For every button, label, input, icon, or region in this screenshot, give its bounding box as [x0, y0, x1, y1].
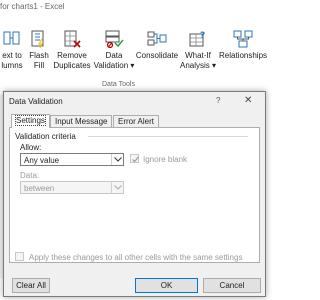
chevron-down-icon — [111, 154, 123, 165]
excel-title-bar: for charts1 - Excel — [0, 0, 271, 20]
chevron-down-icon — [111, 182, 123, 193]
what-if-icon: ? — [187, 30, 209, 48]
remove-duplicates-button[interactable]: Remove Duplicates — [52, 22, 92, 71]
settings-panel: Validation criteria Allow: Any value Ign… — [9, 127, 260, 263]
flash-fill-button[interactable]: Flash Fill — [26, 22, 52, 71]
ribbon-data-tools: ext to lumns Flash Fill Remove Duplicate… — [0, 22, 271, 92]
data-select[interactable]: between — [20, 181, 124, 194]
validation-criteria-heading: Validation criteria — [15, 132, 76, 141]
allow-label: Allow: — [20, 143, 42, 152]
consolidate-button[interactable]: Consolidate — [135, 22, 179, 61]
ignore-blank-checkbox[interactable] — [130, 154, 139, 163]
apply-all-label: Apply these changes to all other cells w… — [29, 253, 243, 262]
dialog-title: Data Validation — [9, 97, 63, 106]
data-validation-icon — [103, 30, 125, 49]
text-to-columns-icon — [1, 30, 23, 48]
tab-settings[interactable]: Settings — [11, 114, 50, 128]
close-icon[interactable]: ✕ — [244, 95, 252, 106]
allow-select[interactable]: Any value — [20, 153, 124, 166]
consolidate-icon — [146, 30, 168, 48]
cancel-button[interactable]: Cancel — [203, 278, 261, 293]
data-validation-button[interactable]: Data Validation ▾ — [92, 22, 136, 71]
flash-fill-icon — [28, 30, 50, 49]
clear-all-button[interactable]: Clear All — [12, 278, 50, 293]
tab-error-alert[interactable]: Error Alert — [113, 115, 160, 127]
remove-duplicates-icon — [61, 30, 83, 48]
window-title: for charts1 - Excel — [0, 2, 65, 11]
svg-text:?: ? — [200, 31, 205, 41]
relationships-button[interactable]: Relationships — [217, 22, 269, 61]
ribbon-group-label: Data Tools — [102, 81, 135, 88]
help-icon[interactable]: ? — [216, 96, 220, 105]
tab-input-message[interactable]: Input Message — [50, 115, 113, 127]
what-if-analysis-button[interactable]: ? What-If Analysis ▾ — [180, 22, 216, 71]
data-validation-dialog: Data Validation ? ✕ Settings Input Messa… — [3, 91, 266, 297]
relationships-icon — [232, 30, 254, 48]
text-to-columns-button[interactable]: ext to lumns — [0, 22, 27, 71]
divider — [88, 136, 248, 137]
ok-button[interactable]: OK — [135, 278, 198, 293]
apply-all-checkbox[interactable] — [15, 252, 24, 261]
data-label: Data: — [20, 171, 40, 180]
ignore-blank-label: Ignore blank — [143, 155, 188, 164]
